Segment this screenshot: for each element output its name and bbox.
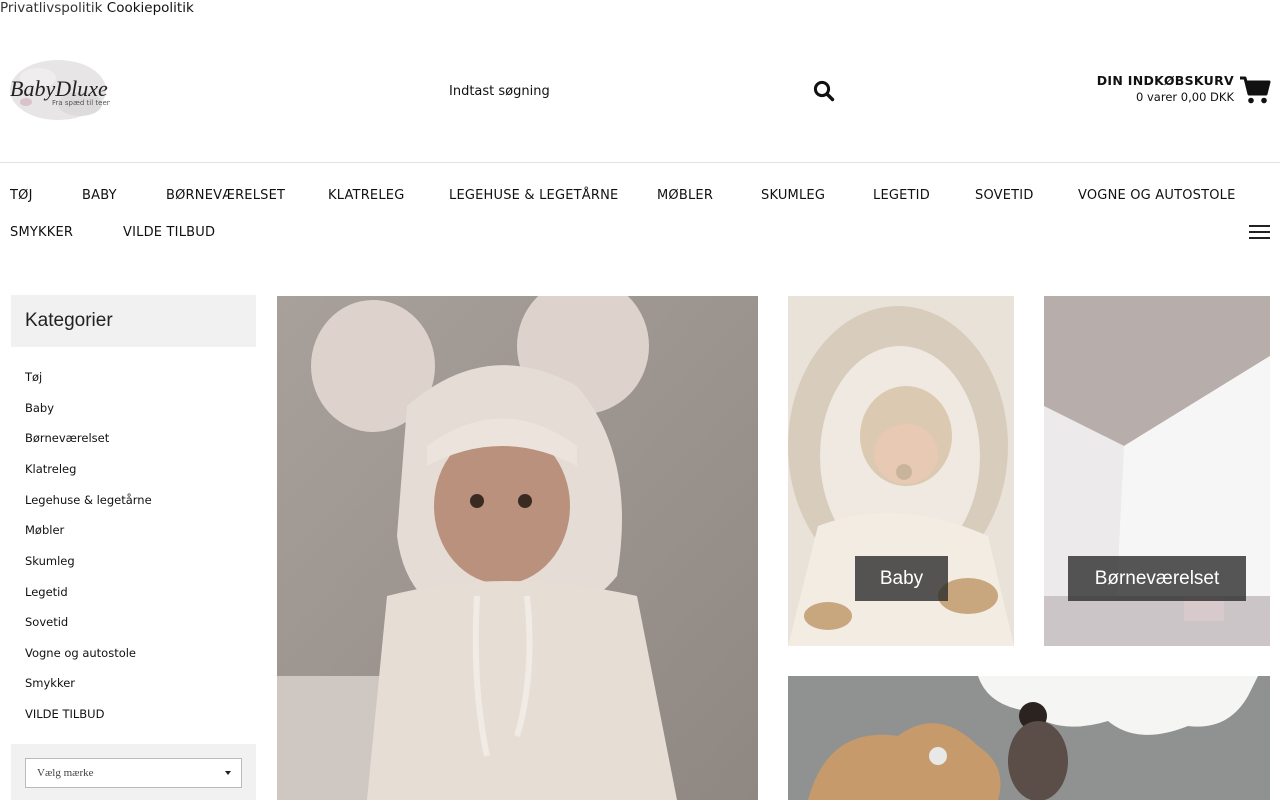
sidebar-item-skumleg[interactable]: Skumleg (25, 554, 75, 568)
shopping-cart-icon[interactable] (1239, 75, 1271, 105)
site-logo[interactable]: BabyDluxe Fra spæd til teen (8, 58, 111, 122)
category-tile-borneværelset[interactable]: Børneværelset (1044, 296, 1270, 646)
svg-text:BabyDluxe: BabyDluxe (10, 76, 108, 101)
nav-item-toj[interactable]: TØJ (10, 188, 33, 204)
cookie-policy-link[interactable]: Cookiepolitik (107, 0, 194, 16)
search-button[interactable] (812, 79, 836, 103)
category-tile-klatreleg[interactable] (788, 676, 1270, 800)
nav-item-baby[interactable]: BABY (82, 188, 117, 204)
brand-filter-panel: Vælg mærke (11, 744, 256, 800)
nav-item-vilde-tilbud[interactable]: VILDE TILBUD (123, 225, 215, 241)
nav-item-mobler[interactable]: MØBLER (657, 188, 713, 204)
brand-select-value: Vælg mærke (37, 767, 94, 779)
sidebar-item-smykker[interactable]: Smykker (25, 676, 75, 690)
sidebar-item-legehuse[interactable]: Legehuse & legetårne (25, 493, 152, 507)
nav-item-klatreleg[interactable]: KLATRELEG (328, 188, 404, 204)
nav-item-sovetid[interactable]: SOVETID (975, 188, 1034, 204)
nav-item-legehuse[interactable]: LEGEHUSE & LEGETÅRNE (449, 188, 618, 204)
search-icon (813, 80, 835, 102)
cart-count-total: 0 varer 0,00 DKK (1136, 90, 1234, 104)
sidebar-item-vilde-tilbud[interactable]: VILDE TILBUD (25, 707, 104, 721)
header-divider (0, 162, 1280, 163)
sidebar-title: Kategorier (25, 310, 113, 331)
nav-item-smykker[interactable]: SMYKKER (10, 225, 73, 241)
sidebar-item-baby[interactable]: Baby (25, 401, 54, 415)
nav-item-skumleg[interactable]: SKUMLEG (761, 188, 825, 204)
nav-item-legetid[interactable]: LEGETID (873, 188, 930, 204)
sidebar-header: Kategorier (11, 295, 256, 347)
privacy-policy-link[interactable]: Privatlivspolitik (0, 0, 102, 16)
sidebar-item-legetid[interactable]: Legetid (25, 585, 68, 599)
search-input[interactable] (440, 74, 820, 108)
svg-text:Fra spæd til teen: Fra spæd til teen (52, 99, 110, 107)
sidebar-item-toj[interactable]: Tøj (25, 370, 42, 384)
cart-summary[interactable]: DIN INDKØBSKURV 0 varer 0,00 DKK (1097, 72, 1234, 106)
tile-label-baby: Baby (855, 556, 948, 601)
hero-photo (277, 296, 758, 800)
sidebar-item-borneværelset[interactable]: Børneværelset (25, 431, 109, 445)
sidebar-item-klatreleg[interactable]: Klatreleg (25, 462, 76, 476)
top-links: Privatlivspolitik Cookiepolitik (0, 0, 194, 17)
hero-tile-clothing[interactable] (277, 296, 758, 800)
sidebar-item-vogne[interactable]: Vogne og autostole (25, 646, 136, 660)
sidebar-item-sovetid[interactable]: Sovetid (25, 615, 68, 629)
cart-title: DIN INDKØBSKURV (1096, 73, 1234, 88)
chevron-down-icon (225, 771, 231, 775)
tile-label-borneværelset: Børneværelset (1068, 556, 1246, 601)
hamburger-menu-icon[interactable] (1249, 225, 1270, 240)
nav-item-vogne[interactable]: VOGNE OG AUTOSTOLE (1078, 188, 1236, 204)
category-tile-baby[interactable]: Baby (788, 296, 1014, 646)
climbing-photo (788, 676, 1270, 800)
brand-select[interactable]: Vælg mærke (25, 758, 242, 788)
nav-item-borneværelset[interactable]: BØRNEVÆRELSET (166, 188, 285, 204)
sidebar-item-mobler[interactable]: Møbler (25, 523, 64, 537)
